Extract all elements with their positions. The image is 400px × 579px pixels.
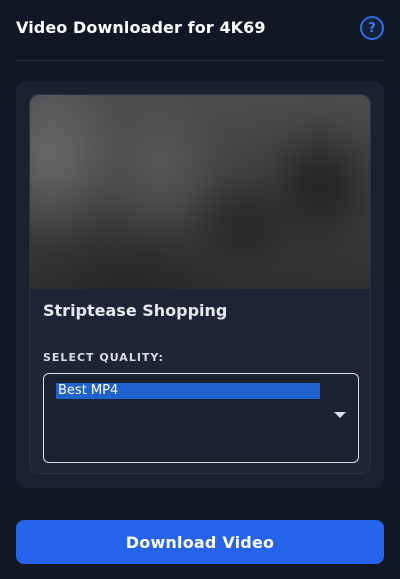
quality-option-selected[interactable]: Best MP4 [56, 383, 320, 399]
video-thumbnail [30, 95, 370, 289]
content-panel: Striptease Shopping SELECT QUALITY: Best… [16, 81, 384, 488]
header: Video Downloader for 4K69 ? [16, 0, 384, 61]
video-title: Striptease Shopping [43, 301, 228, 320]
quality-select[interactable]: Best MP4 [43, 373, 359, 463]
help-icon[interactable]: ? [360, 16, 384, 40]
download-button[interactable]: Download Video [16, 520, 384, 564]
quality-label: SELECT QUALITY: [43, 351, 164, 364]
video-card: Striptease Shopping SELECT QUALITY: Best… [29, 94, 371, 474]
page-title: Video Downloader for 4K69 [16, 18, 266, 37]
thumbnail-image [30, 95, 370, 289]
chevron-down-icon[interactable] [334, 412, 346, 418]
